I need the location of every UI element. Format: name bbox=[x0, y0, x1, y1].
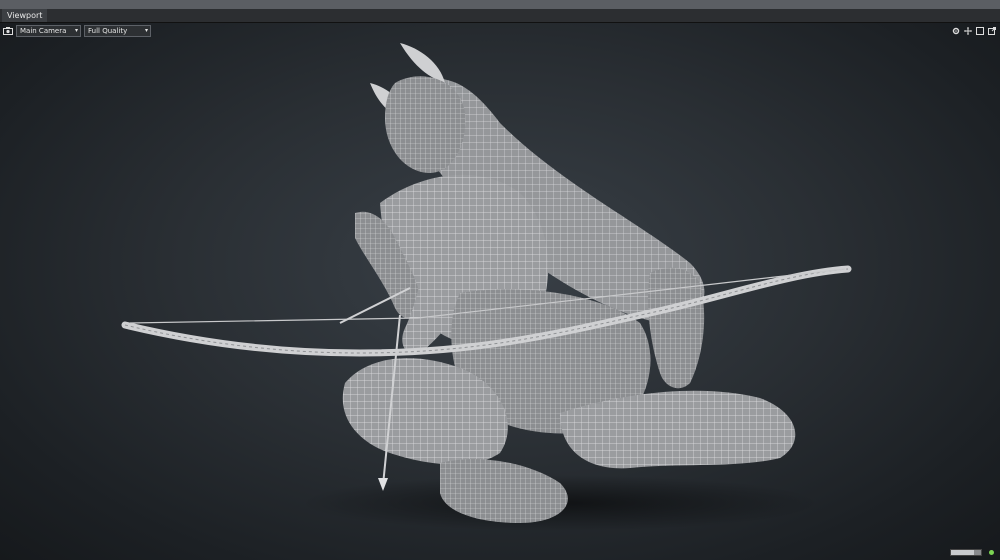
status-indicator bbox=[989, 550, 994, 555]
chevron-down-icon: ▾ bbox=[74, 26, 78, 34]
head bbox=[385, 76, 466, 173]
tab-viewport[interactable]: Viewport bbox=[2, 9, 48, 22]
camera-select-value: Main Camera bbox=[20, 26, 67, 35]
tab-bar: Viewport bbox=[0, 9, 1000, 23]
render-progress-bar bbox=[950, 549, 982, 556]
viewport-actions bbox=[952, 25, 996, 35]
close-icon[interactable]: ✕ bbox=[987, 0, 997, 1]
viewport-canvas[interactable]: Main Camera ▾ Full Quality ▾ bbox=[0, 23, 1000, 560]
camera-icon[interactable] bbox=[3, 26, 13, 36]
window-top-strip: ✕ bbox=[0, 0, 1000, 9]
camera-select[interactable]: Main Camera ▾ bbox=[16, 24, 81, 37]
quality-select-value: Full Quality bbox=[88, 26, 128, 35]
move-icon[interactable] bbox=[964, 25, 972, 35]
gear-icon[interactable] bbox=[952, 25, 960, 35]
chevron-down-icon: ▾ bbox=[144, 26, 148, 34]
maximize-icon[interactable] bbox=[976, 25, 984, 35]
quality-select[interactable]: Full Quality ▾ bbox=[84, 24, 151, 37]
wireframe-model bbox=[121, 43, 852, 531]
render-progress-fill bbox=[951, 550, 974, 555]
popout-icon[interactable] bbox=[988, 25, 996, 35]
viewport-toolbar: Main Camera ▾ Full Quality ▾ bbox=[3, 24, 151, 37]
